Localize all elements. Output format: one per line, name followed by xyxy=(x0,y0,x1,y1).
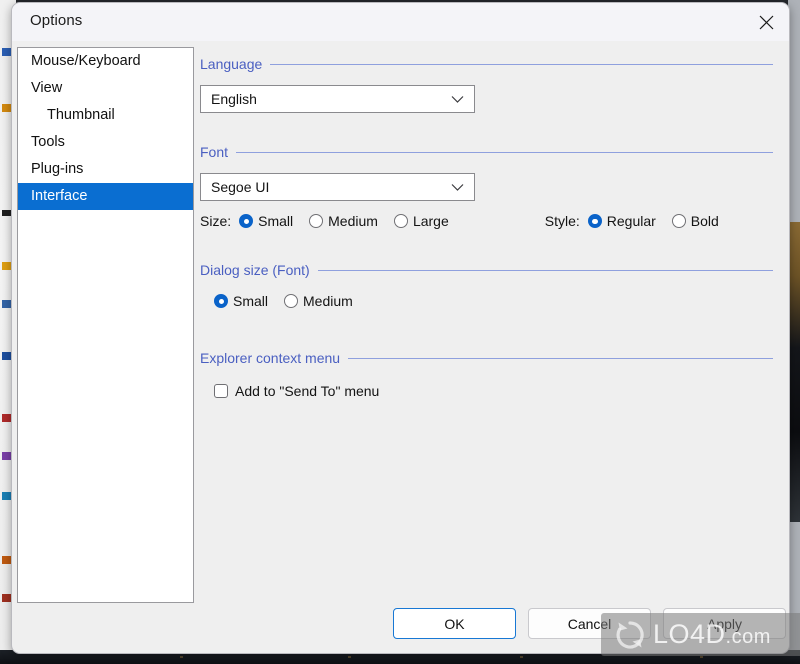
radio-font-size-large[interactable]: Large xyxy=(393,213,449,229)
group-language: Language English xyxy=(200,55,773,113)
category-listbox[interactable]: Mouse/Keyboard View Thumbnail Tools Plug… xyxy=(17,47,194,603)
sidebar-item-plugins[interactable]: Plug-ins xyxy=(18,156,193,183)
apply-button[interactable]: Apply xyxy=(663,608,786,639)
radio-label: Small xyxy=(233,293,269,309)
radio-indicator xyxy=(239,214,254,228)
radio-font-size-small[interactable]: Small xyxy=(239,213,293,229)
radio-dialog-size-medium[interactable]: Medium xyxy=(284,293,353,309)
radio-dialog-size-small[interactable]: Small xyxy=(214,293,268,309)
group-font-title: Font xyxy=(200,144,229,160)
dialog-size-row: Small Medium xyxy=(200,293,773,309)
group-divider xyxy=(270,63,773,65)
group-font: Font Segoe UI Size: Small Medium Large S… xyxy=(200,143,773,229)
chevron-down-icon xyxy=(451,174,464,200)
send-to-row: Add to "Send To" menu xyxy=(200,383,773,399)
radio-label: Large xyxy=(412,213,449,229)
radio-font-style-bold[interactable]: Bold xyxy=(671,213,719,229)
radio-indicator xyxy=(214,294,228,308)
chevron-down-icon xyxy=(451,86,464,112)
sidebar-item-interface[interactable]: Interface xyxy=(18,183,193,210)
radio-font-size-medium[interactable]: Medium xyxy=(309,213,378,229)
group-dialog-size-title: Dialog size (Font) xyxy=(200,262,310,278)
language-combobox-value: English xyxy=(211,91,257,107)
screen: Options Mouse/Keyboard View Thumbnail To… xyxy=(0,0,800,664)
sidebar-item-thumbnail[interactable]: Thumbnail xyxy=(18,102,193,129)
group-explorer-context-menu: Explorer context menu Add to "Send To" m… xyxy=(200,349,773,399)
ok-button[interactable]: OK xyxy=(393,608,516,639)
close-icon[interactable] xyxy=(743,3,789,41)
group-dialog-size-header: Dialog size (Font) xyxy=(200,261,773,279)
checkbox-label: Add to "Send To" menu xyxy=(235,383,380,399)
group-explorer-context-menu-header: Explorer context menu xyxy=(200,349,773,367)
group-font-header: Font xyxy=(200,143,773,161)
radio-label: Medium xyxy=(303,293,353,309)
font-size-label: Size: xyxy=(200,213,232,229)
radio-label: Small xyxy=(258,213,294,229)
font-combobox-value: Segoe UI xyxy=(211,179,270,195)
settings-panel: Language English Font Segoe UI Size: Sma… xyxy=(200,47,781,593)
sidebar-item-mouse-keyboard[interactable]: Mouse/Keyboard xyxy=(18,48,193,75)
radio-label: Regular xyxy=(606,213,656,229)
group-explorer-context-menu-title: Explorer context menu xyxy=(200,350,341,366)
font-style-label: Style: xyxy=(544,213,580,229)
sidebar-item-view[interactable]: View xyxy=(18,75,193,102)
radio-indicator xyxy=(671,214,686,228)
radio-font-style-regular[interactable]: Regular xyxy=(587,213,656,229)
radio-indicator xyxy=(393,214,408,228)
radio-label: Bold xyxy=(690,213,719,229)
cancel-button[interactable]: Cancel xyxy=(528,608,651,639)
group-language-header: Language xyxy=(200,55,773,73)
window-title: Options xyxy=(30,12,83,29)
options-dialog: Options Mouse/Keyboard View Thumbnail To… xyxy=(11,2,790,654)
radio-indicator xyxy=(587,214,602,228)
checkbox-indicator xyxy=(214,384,228,398)
radio-label: Medium xyxy=(328,213,378,229)
font-combobox[interactable]: Segoe UI xyxy=(200,173,475,201)
titlebar: Options xyxy=(12,3,789,41)
group-divider xyxy=(348,357,773,359)
sidebar-item-tools[interactable]: Tools xyxy=(18,129,193,156)
group-divider xyxy=(236,151,773,153)
language-combobox[interactable]: English xyxy=(200,85,475,113)
font-size-style-row: Size: Small Medium Large Style: Regular … xyxy=(200,213,773,229)
radio-indicator xyxy=(309,214,324,228)
group-language-title: Language xyxy=(200,56,263,72)
group-dialog-size: Dialog size (Font) Small Medium xyxy=(200,261,773,309)
radio-indicator xyxy=(284,294,299,308)
group-divider xyxy=(317,269,773,271)
checkbox-add-to-send-to-menu[interactable]: Add to "Send To" menu xyxy=(214,383,379,399)
